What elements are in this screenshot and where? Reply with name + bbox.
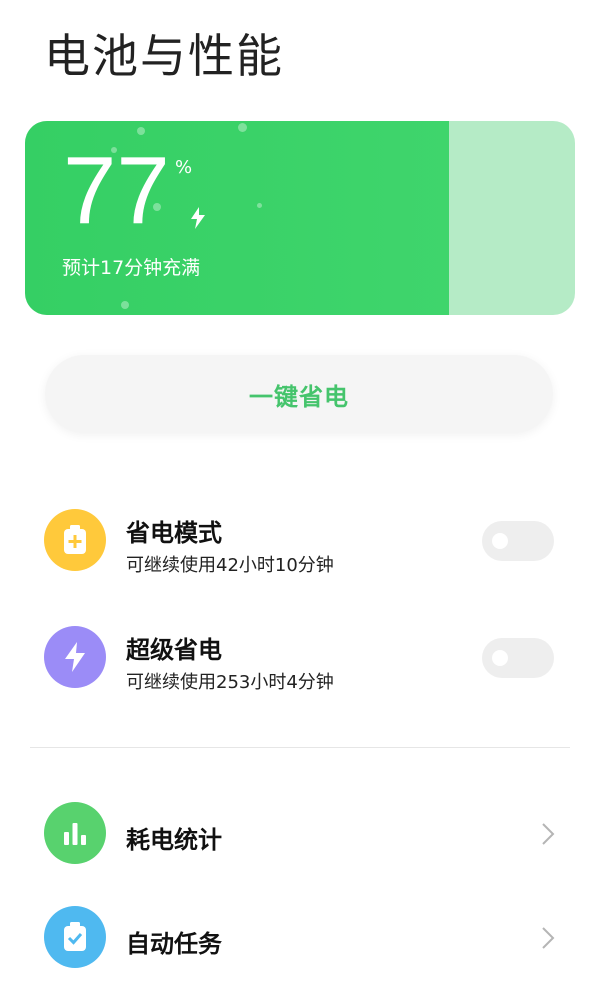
percent-sign: % bbox=[175, 157, 193, 178]
chevron-right-icon bbox=[542, 927, 555, 949]
section-divider bbox=[30, 747, 570, 748]
clipboard-check-icon bbox=[44, 906, 106, 968]
bubble-decoration bbox=[121, 301, 129, 309]
power-usage-stats-title: 耗电统计 bbox=[126, 826, 222, 854]
power-saving-mode-toggle[interactable] bbox=[482, 521, 554, 561]
battery-plus-icon bbox=[44, 509, 106, 571]
super-saving-mode-title: 超级省电 bbox=[126, 636, 222, 664]
bolt-icon bbox=[44, 626, 106, 688]
toggle-knob bbox=[492, 650, 508, 666]
super-saving-mode-subtitle: 可继续使用253小时4分钟 bbox=[126, 672, 334, 693]
toggle-knob bbox=[492, 533, 508, 549]
power-usage-stats-row[interactable]: 耗电统计 bbox=[0, 802, 600, 866]
power-saving-mode-title: 省电模式 bbox=[126, 519, 222, 547]
bubble-decoration bbox=[257, 203, 262, 208]
charge-eta: 预计17分钟充满 bbox=[62, 257, 201, 279]
bubble-decoration bbox=[238, 123, 247, 132]
battery-percent: 77 bbox=[63, 137, 170, 244]
bubble-decoration bbox=[137, 127, 145, 135]
bar-chart-icon bbox=[44, 802, 106, 864]
auto-tasks-row[interactable]: 自动任务 bbox=[0, 906, 600, 970]
page-title: 电池与性能 bbox=[44, 29, 284, 83]
super-saving-mode-toggle[interactable] bbox=[482, 638, 554, 678]
power-saving-mode-row[interactable]: 省电模式 可继续使用42小时10分钟 bbox=[0, 505, 600, 585]
battery-card: 77 % 预计17分钟充满 bbox=[25, 121, 575, 315]
charging-bolt-icon bbox=[191, 207, 205, 229]
auto-tasks-title: 自动任务 bbox=[126, 930, 222, 958]
one-key-save-button[interactable]: 一键省电 bbox=[45, 355, 553, 433]
power-saving-mode-subtitle: 可继续使用42小时10分钟 bbox=[126, 555, 334, 576]
chevron-right-icon bbox=[542, 823, 555, 845]
super-saving-mode-row[interactable]: 超级省电 可继续使用253小时4分钟 bbox=[0, 622, 600, 702]
